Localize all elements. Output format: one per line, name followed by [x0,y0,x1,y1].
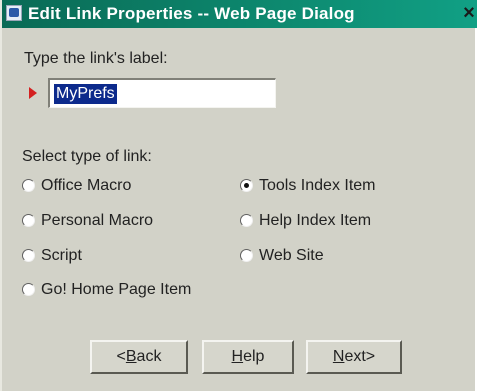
next-button-label: ext> [344,348,376,365]
title-bar[interactable]: Edit Link Properties -- Web Page Dialog … [2,0,477,28]
radio-label: Help Index Item [259,212,372,229]
radio-button-selected[interactable] [240,179,253,192]
radio-button[interactable] [22,283,35,296]
link-label-prompt: Type the link's label: [24,50,168,67]
radio-button[interactable] [240,249,253,262]
back-button-accel: B [125,348,137,365]
next-button-accel: N [332,348,345,365]
link-type-prompt: Select type of link: [22,148,152,165]
help-button-accel: H [231,348,244,365]
radio-label: Script [41,247,82,264]
radio-button[interactable] [22,249,35,262]
window-icon [6,5,22,21]
radio-label: Go! Home Page Item [41,281,192,298]
radio-label: Office Macro [41,177,132,194]
arrow-right-icon [29,87,37,99]
back-button-label: ack [136,348,162,365]
radio-button[interactable] [240,214,253,227]
dialog-title: Edit Link Properties -- Web Page Dialog [28,4,355,23]
link-label-input[interactable]: MyPrefs [48,78,276,108]
next-button[interactable]: Next> [306,340,402,374]
back-button-arrow: < [116,348,126,365]
radio-button[interactable] [22,214,35,227]
back-button[interactable]: <Back [90,340,188,374]
help-button-label: elp [243,348,265,365]
radio-label: Personal Macro [41,212,154,229]
close-button[interactable]: × [460,3,478,24]
help-button[interactable]: Help [202,340,294,374]
radio-button[interactable] [22,179,35,192]
radio-label: Tools Index Item [259,177,376,194]
edit-link-dialog: Edit Link Properties -- Web Page Dialog … [0,0,477,391]
link-label-value: MyPrefs [54,84,117,104]
radio-label: Web Site [259,247,324,264]
